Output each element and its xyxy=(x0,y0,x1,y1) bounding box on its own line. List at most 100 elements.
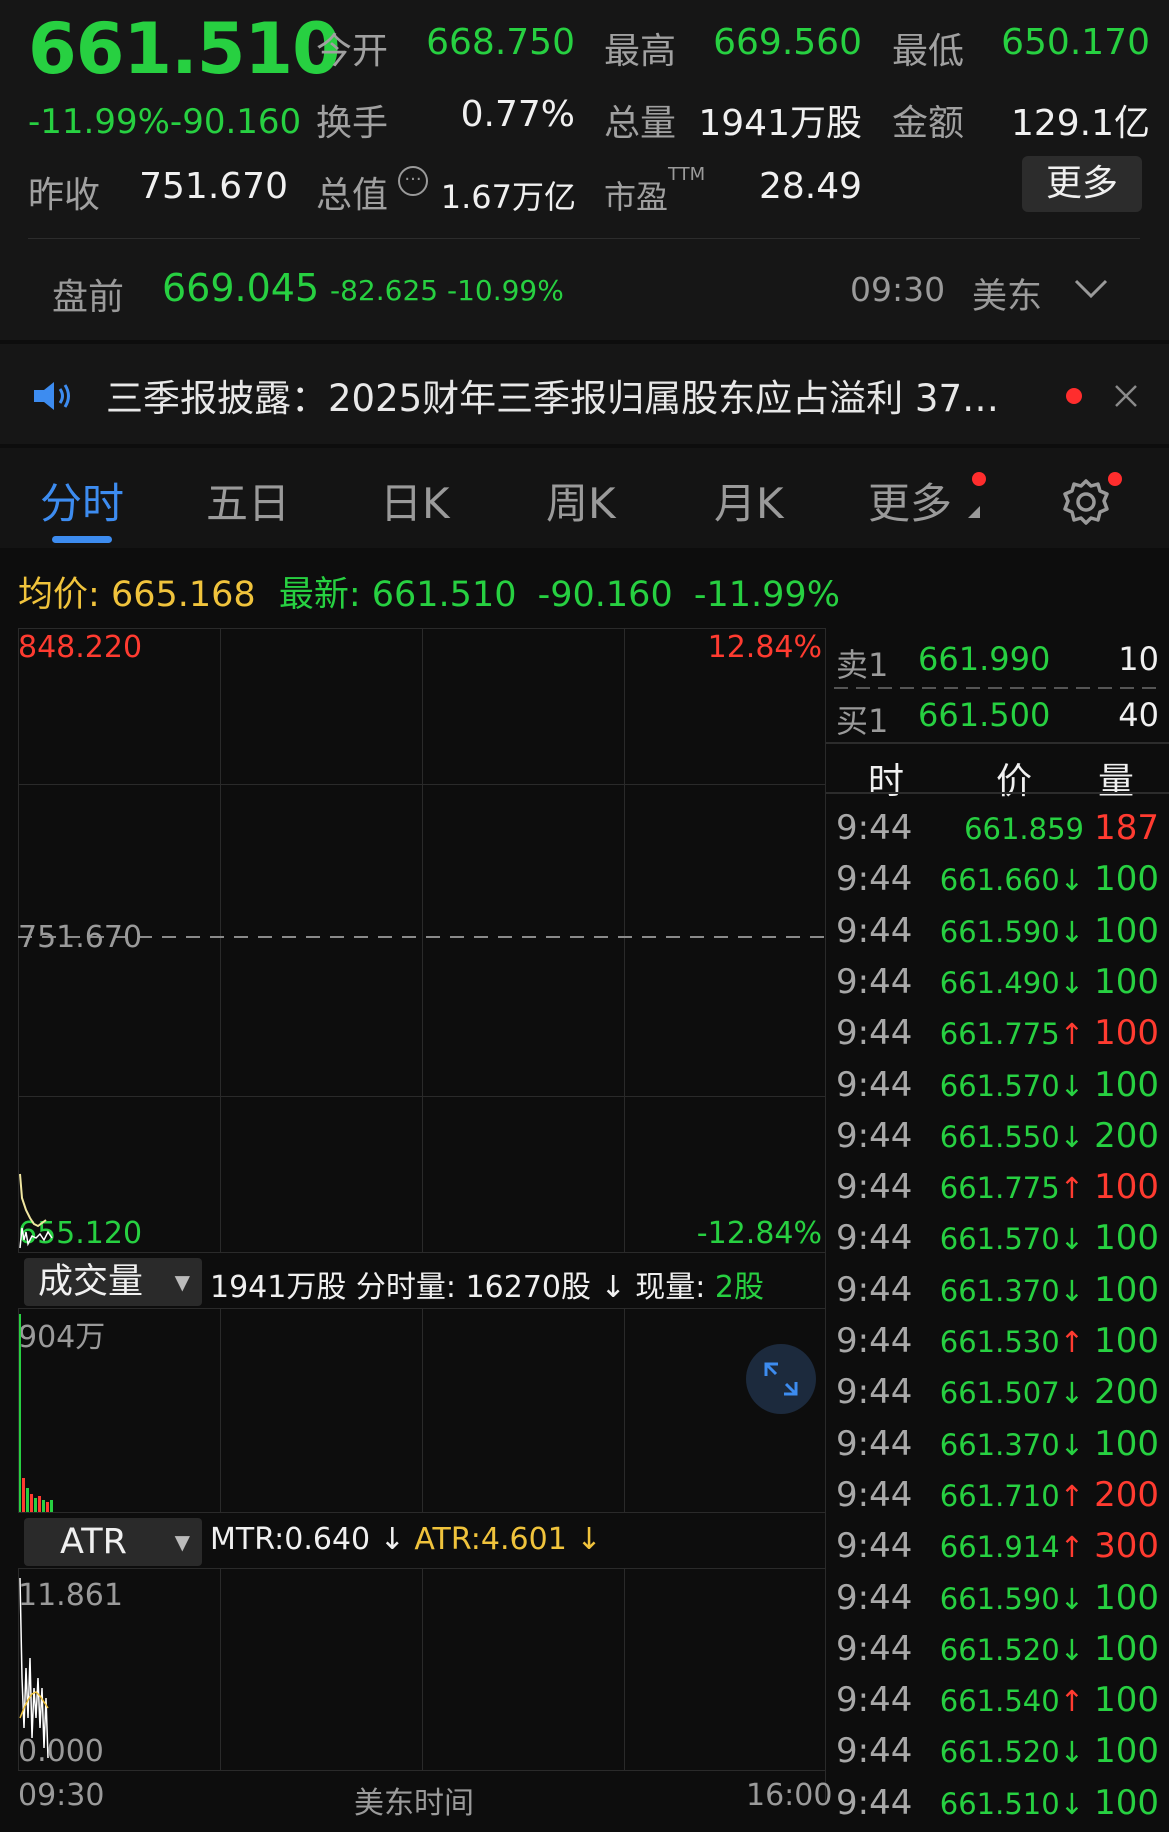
tick-volume: 100 xyxy=(1094,1577,1159,1618)
volume-selector-label: 成交量 xyxy=(38,1262,144,1302)
latest-percent: -11.99% xyxy=(693,575,840,615)
tab-monthly-k[interactable]: 月K xyxy=(714,470,784,531)
arrow-down-icon: ↓ xyxy=(1059,965,1084,1000)
high-value: 669.560 xyxy=(713,22,862,63)
arrow-down-icon: ↓ xyxy=(600,1270,626,1305)
premarket-row[interactable]: 盘前 669.045 -82.625 -10.99% 09:30 美东 xyxy=(0,240,1169,340)
time-axis-start: 09:30 xyxy=(18,1778,105,1813)
col-time: 时 xyxy=(868,761,905,802)
avg-value: 665.168 xyxy=(110,575,256,615)
latest-label: 最新: xyxy=(278,575,361,615)
time-axis-label: 美东时间 xyxy=(354,1786,474,1821)
volume-info: 1941万股 分时量: 16270股 ↓ 现量: 2股 xyxy=(210,1262,764,1306)
tick-row: 9:44 661.570↓ 100 xyxy=(826,1216,1169,1267)
arrow-down-icon: ↓ xyxy=(1059,1581,1084,1616)
atr-selector-label: ATR xyxy=(60,1522,127,1562)
grid-line xyxy=(18,1252,826,1253)
tick-row: 9:44 661.540↑ 100 xyxy=(826,1678,1169,1729)
change-percent: -11.99% xyxy=(28,102,170,142)
tab-weekly-k[interactable]: 周K xyxy=(546,470,616,531)
atr-info: MTR:0.640 ↓ ATR:4.601 ↓ xyxy=(210,1522,601,1557)
prev-close-label: 昨收 xyxy=(28,175,101,216)
tab-daily-k[interactable]: 日K xyxy=(380,470,450,531)
gear-icon[interactable] xyxy=(1060,476,1112,528)
tick-row: 9:44 661.530↑ 100 xyxy=(826,1319,1169,1370)
tick-time: 9:44 xyxy=(836,1577,913,1618)
tick-price: 661.520↓ xyxy=(939,1735,1084,1770)
more-tab-dot xyxy=(972,472,986,486)
arrow-up-icon: ↑ xyxy=(1059,1530,1084,1565)
tick-time: 9:44 xyxy=(836,1782,913,1823)
arrow-down-icon: ↓ xyxy=(1059,1786,1084,1821)
ask-label: 卖1 xyxy=(836,646,889,684)
tab-more[interactable]: 更多 xyxy=(868,470,952,531)
tab-intraday[interactable]: 分时 xyxy=(40,470,124,531)
avg-label: 均价: xyxy=(18,575,100,615)
expand-icon xyxy=(764,1362,798,1396)
close-icon[interactable] xyxy=(1114,384,1138,408)
volume-selector[interactable]: 成交量 ▼ xyxy=(24,1258,202,1306)
atr-indicator-bar: ATR ▼ MTR:0.640 ↓ ATR:4.601 ↓ xyxy=(18,1516,826,1568)
tick-price: 661.550↓ xyxy=(939,1119,1084,1154)
caret-down-icon: ▼ xyxy=(174,1270,190,1294)
atr-value: ATR:4.601 xyxy=(414,1522,567,1557)
arrow-down-icon: ↓ xyxy=(1059,1427,1084,1462)
tick-price: 661.660↓ xyxy=(939,863,1084,898)
grid-line xyxy=(220,1308,221,1512)
info-icon[interactable]: ··· xyxy=(398,166,428,196)
tick-time: 9:44 xyxy=(836,1423,913,1464)
arrow-down-icon: ↓ xyxy=(379,1522,405,1557)
news-text[interactable]: 三季报披露：2025财年三季报归属股东应占溢利 37… xyxy=(106,368,999,422)
tick-row: 9:44 661.590↓ 100 xyxy=(826,1576,1169,1627)
active-tab-indicator xyxy=(52,536,112,543)
atr-selector[interactable]: ATR ▼ xyxy=(24,1518,202,1566)
tick-volume: 100 xyxy=(1094,961,1159,1002)
arrow-up-icon: ↑ xyxy=(1059,1171,1084,1206)
tick-price: 661.570↓ xyxy=(939,1068,1084,1103)
premarket-zone: 美东 xyxy=(972,277,1043,317)
arrow-down-icon: ↓ xyxy=(1059,1222,1084,1257)
expand-button[interactable] xyxy=(746,1344,816,1414)
arrow-down-icon: ↓ xyxy=(1059,1119,1084,1154)
tick-price: 661.590↓ xyxy=(939,914,1084,949)
tab-five-day[interactable]: 五日 xyxy=(206,470,290,531)
news-banner[interactable]: 三季报披露：2025财年三季报归属股东应占溢利 37… xyxy=(0,344,1169,444)
tick-price: 661.507↓ xyxy=(939,1376,1084,1411)
tick-volume: 100 xyxy=(1094,1269,1159,1310)
tick-time: 9:44 xyxy=(836,1321,913,1361)
tick-volume-value: 16270股 xyxy=(465,1270,591,1305)
amount-value: 129.1亿 xyxy=(1010,103,1150,144)
tick-price: 661.530↑ xyxy=(939,1325,1084,1359)
now-volume-label: 现量: xyxy=(635,1270,706,1305)
tick-volume: 100 xyxy=(1094,910,1159,951)
tick-row: 9:44 661.370↓ 100 xyxy=(826,1268,1169,1319)
turnover-label: 换手 xyxy=(316,103,389,144)
atr-line xyxy=(19,1577,49,1759)
tick-row: 9:44 661.507↓ 200 xyxy=(826,1370,1169,1421)
arrow-down-icon: ↓ xyxy=(576,1522,602,1557)
arrow-down-icon: ↓ xyxy=(1059,1273,1084,1308)
intraday-chart[interactable]: 848.220 12.84% 751.670 655.120 -12.84% 成… xyxy=(18,628,832,1821)
low-label: 最低 xyxy=(892,31,965,72)
arrow-up-icon: ↑ xyxy=(1059,1478,1084,1513)
tick-volume: 100 xyxy=(1094,1013,1159,1054)
now-volume-value: 2股 xyxy=(714,1270,764,1305)
chevron-down-icon[interactable] xyxy=(1074,278,1108,300)
tick-row: 9:44 661.660↓ 100 xyxy=(826,857,1169,908)
tick-volume: 100 xyxy=(1094,1731,1159,1772)
tick-time: 9:44 xyxy=(836,1167,913,1208)
low-value: 650.170 xyxy=(1001,22,1150,63)
tick-volume: 100 xyxy=(1094,1628,1159,1669)
arrow-up-icon: ↑ xyxy=(1059,1017,1084,1052)
speaker-icon xyxy=(34,382,70,410)
more-button[interactable]: 更多 xyxy=(1022,156,1142,212)
ask-row: 卖1 661.990 10 xyxy=(826,634,1169,684)
volume-value: 1941万股 xyxy=(698,103,862,144)
grid-line xyxy=(422,628,423,1252)
market-cap-value: 1.67万亿 xyxy=(440,178,576,216)
tick-price: 661.590↓ xyxy=(939,1581,1084,1616)
arrow-up-icon: ↑ xyxy=(1059,1325,1084,1359)
tick-price: 661.859 xyxy=(964,812,1084,846)
grid-line xyxy=(220,1568,221,1770)
tick-time: 9:44 xyxy=(836,1731,913,1772)
